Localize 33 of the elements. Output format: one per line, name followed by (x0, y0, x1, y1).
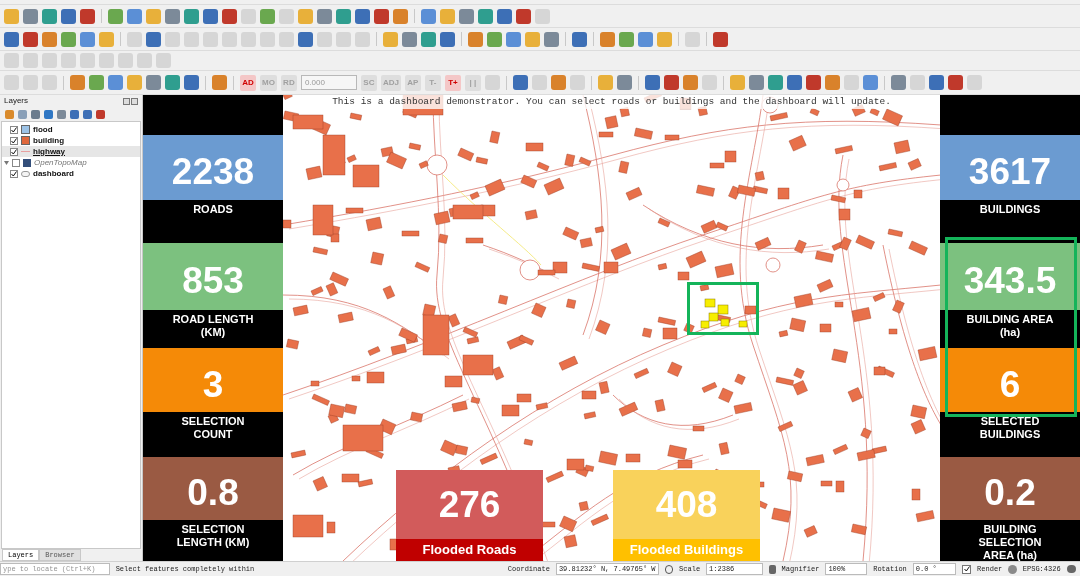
tile-value: 3617 (968, 153, 1052, 190)
tile-label: ROAD LENGTH (KM) (171, 313, 255, 339)
tile-value: 6 (999, 365, 1021, 403)
layer-name: flood (33, 125, 53, 134)
tile-label: BUILDINGS (979, 203, 1041, 216)
panel-title: Layers (4, 95, 28, 107)
layer-item[interactable]: building (2, 135, 140, 146)
layer-name: dashboard (33, 169, 74, 178)
tile-value: 408 (655, 486, 718, 523)
tile-label: Flooded Buildings (629, 541, 744, 560)
tile-label: BUILDING SELECTION AREA (ha) (977, 523, 1043, 561)
tile-label: SELECTION COUNT (180, 415, 246, 441)
layer-item[interactable]: flood (2, 124, 140, 135)
tool-button[interactable]: T+ (444, 74, 461, 91)
tile-value: 853 (182, 262, 244, 299)
layer-item[interactable]: dashboard (2, 168, 140, 179)
tile-value: 0.8 (187, 474, 239, 511)
tile-value: 3 (202, 365, 224, 403)
tile-value: 276 (438, 486, 501, 523)
tile-value: 0.2 (984, 474, 1036, 511)
layer-item[interactable]: highway (2, 146, 140, 157)
tile-label: BUILDING AREA (ha) (966, 313, 1054, 339)
tile-value: 2238 (171, 153, 255, 190)
tile-label: SELECTION LENGTH (KM) (175, 523, 251, 549)
tile-value: 343.5 (963, 262, 1057, 299)
layer-name: building (33, 136, 65, 145)
tile-label: ROADS (193, 203, 233, 216)
tile-label: Flooded Roads (422, 541, 517, 560)
tool-button[interactable]: AD (240, 74, 256, 91)
tile-label: SELECTED BUILDINGS (978, 415, 1042, 441)
layer-item[interactable]: OpenTopoMap (2, 157, 140, 168)
layer-name: OpenTopoMap (34, 158, 87, 167)
layer-name: highway (33, 147, 65, 156)
